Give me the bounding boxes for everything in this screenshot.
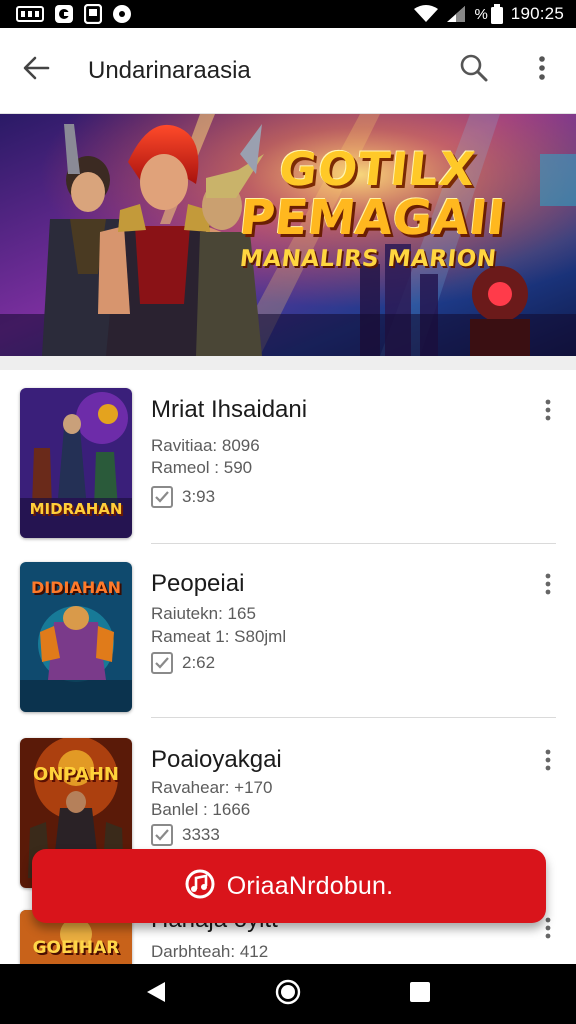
game-title: Poaioyakgai bbox=[151, 746, 282, 773]
game-checkbox-row[interactable]: 3333 bbox=[151, 824, 220, 846]
battery-label: % bbox=[474, 5, 488, 23]
game-stat-secondary: Rameol : 590 bbox=[151, 458, 253, 477]
checkbox[interactable] bbox=[151, 486, 173, 508]
game-stat-primary: Darbhteah: 412 bbox=[151, 942, 269, 961]
arrow-back-icon bbox=[22, 54, 50, 87]
nav-recents-icon bbox=[409, 981, 431, 1008]
list-item[interactable]: MIDRAHAN Mriat Ihsaidani Ravitiaa: 8096 … bbox=[0, 370, 576, 544]
play-now-button[interactable]: OriaaNrdobun. bbox=[32, 849, 546, 923]
game-stat-primary: Ravahear: +170 bbox=[151, 778, 273, 797]
item-more-button[interactable] bbox=[534, 396, 562, 428]
game-stat-primary: Ravitiaa: 8096 bbox=[151, 436, 260, 455]
game-checkbox-row[interactable]: 3:93 bbox=[151, 486, 215, 508]
featured-banner[interactable]: GOTILX PEMAGAII MANALIRS MARION bbox=[0, 114, 576, 356]
list-item[interactable]: DIDIAHAN Peopeiai Raiutekn: 165 Rameat 1… bbox=[0, 544, 576, 718]
chat-icon bbox=[112, 4, 132, 24]
game-stat-primary: Raiutekn: 165 bbox=[151, 604, 256, 623]
system-icons: % 190:25 bbox=[414, 4, 564, 24]
check-icon bbox=[155, 491, 169, 503]
check-icon bbox=[155, 829, 169, 841]
system-nav-bar bbox=[0, 964, 576, 1024]
thumbnail-title: ONPAHN bbox=[33, 764, 119, 785]
banner-subtitle: MANALIRS MARION bbox=[238, 246, 498, 272]
more-options-button[interactable] bbox=[508, 28, 576, 114]
checkbox-value: 3:93 bbox=[182, 487, 216, 506]
section-divider bbox=[0, 356, 576, 370]
banner-title: GOTILX PEMAGAII MANALIRS MARION bbox=[234, 142, 513, 272]
nav-home-button[interactable] bbox=[258, 964, 318, 1024]
more-vert-icon bbox=[545, 573, 551, 600]
more-vert-icon bbox=[545, 399, 551, 426]
nav-home-icon bbox=[275, 979, 301, 1010]
nav-back-button[interactable] bbox=[126, 964, 186, 1024]
nav-recents-button[interactable] bbox=[390, 964, 450, 1024]
app-bar: Undarinaraasia bbox=[0, 28, 576, 114]
item-more-button[interactable] bbox=[534, 570, 562, 602]
tablet-icon bbox=[84, 4, 102, 24]
item-more-button[interactable] bbox=[534, 746, 562, 778]
music-note-icon bbox=[185, 869, 215, 904]
thumbnail-title: GOEIHAR bbox=[32, 938, 120, 958]
game-title: Peopeiai bbox=[151, 570, 245, 597]
thumbnail-title: MIDRAHAN bbox=[29, 500, 123, 518]
sim-card-icon bbox=[16, 5, 44, 23]
game-thumbnail: DIDIAHAN bbox=[20, 562, 132, 712]
play-now-label: OriaaNrdobun. bbox=[226, 871, 394, 900]
search-button[interactable] bbox=[440, 28, 508, 114]
wifi-icon bbox=[414, 5, 439, 23]
banner-title-line2: PEMAGAII bbox=[236, 190, 508, 246]
banner-title-line1: GOTILX bbox=[276, 142, 479, 196]
back-button[interactable] bbox=[0, 28, 72, 114]
checkbox[interactable] bbox=[151, 652, 173, 674]
search-icon bbox=[459, 53, 489, 88]
nav-back-icon bbox=[145, 980, 167, 1009]
notification-icons bbox=[16, 4, 132, 24]
checkbox[interactable] bbox=[151, 824, 173, 846]
game-stat-secondary: Banlel : 1666 bbox=[151, 800, 251, 819]
status-bar: % 190:25 bbox=[0, 0, 576, 28]
thumbnail-title: DIDIAHAN bbox=[30, 578, 121, 597]
check-icon bbox=[155, 657, 169, 669]
status-time: 190:25 bbox=[510, 4, 564, 23]
checkbox-value: 3333 bbox=[182, 825, 220, 844]
list-divider bbox=[151, 717, 556, 718]
page-title: Undarinaraasia bbox=[88, 56, 251, 84]
signal-icon bbox=[446, 5, 466, 23]
more-vert-icon bbox=[538, 55, 546, 86]
checkbox-value: 2:62 bbox=[182, 653, 216, 672]
more-vert-icon bbox=[545, 749, 551, 776]
game-stat-secondary: Rameat 1: S80jml bbox=[151, 627, 287, 646]
game-title: Mriat Ihsaidani bbox=[151, 396, 308, 423]
battery-icon: % bbox=[474, 4, 503, 24]
game-checkbox-row[interactable]: 2:62 bbox=[151, 652, 215, 674]
app-notification-icon bbox=[54, 4, 74, 24]
more-vert-icon bbox=[545, 917, 551, 944]
game-thumbnail: MIDRAHAN bbox=[20, 388, 132, 538]
